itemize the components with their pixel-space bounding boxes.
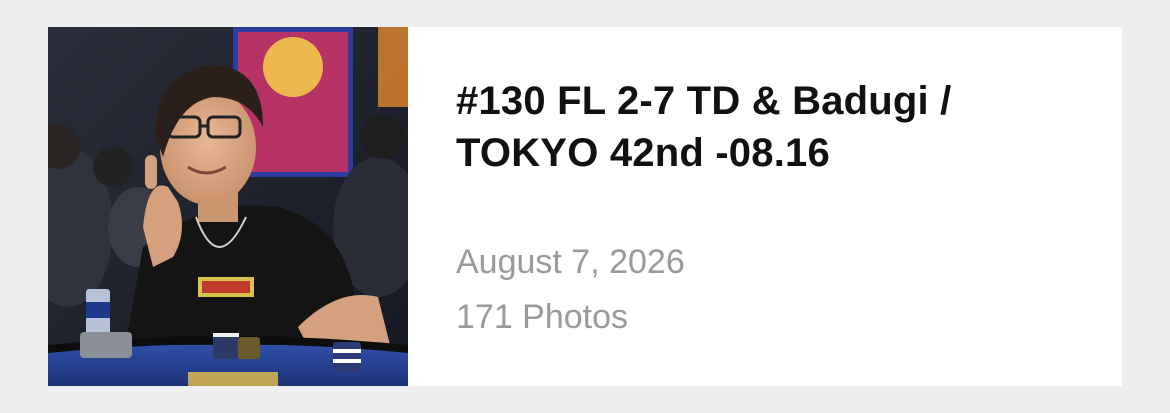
album-thumbnail[interactable] [48, 27, 408, 386]
album-title-line2: TOKYO 42nd -08.16 [456, 131, 830, 175]
album-card[interactable]: #130 FL 2-7 TD & Badugi / TOKYO 42nd -08… [48, 27, 1122, 386]
album-info: #130 FL 2-7 TD & Badugi / TOKYO 42nd -08… [408, 27, 1122, 386]
player-photo [48, 27, 408, 386]
album-date: August 7, 2026 [456, 243, 685, 281]
album-title[interactable]: #130 FL 2-7 TD & Badugi / TOKYO 42nd -08… [456, 75, 1056, 179]
album-title-line1: #130 FL 2-7 TD & Badugi / [456, 79, 952, 123]
album-photo-count: 171 Photos [456, 298, 629, 336]
